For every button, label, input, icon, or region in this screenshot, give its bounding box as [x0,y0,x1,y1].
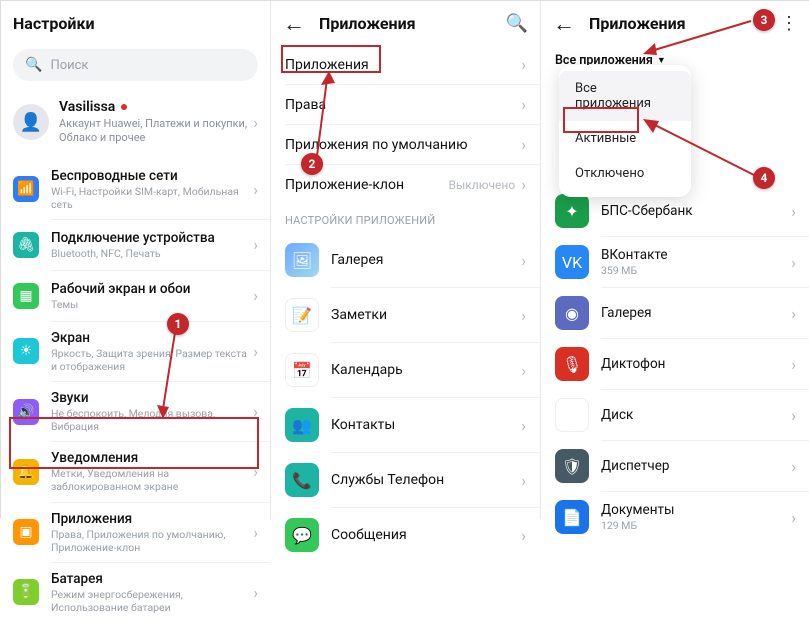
chevron-right-icon: › [791,457,796,476]
app-messages[interactable]: 💬Сообщения› [271,508,540,562]
search-icon[interactable]: 🔍 [506,13,528,34]
app-calendar[interactable]: 📅Календарь› [271,343,540,397]
vk-icon: VK [555,245,589,279]
panel-settings: Настройки 🔍 Поиск 👤 Vasilissa Аккаунт Hu… [1,1,271,519]
mic-icon: 🎙 [555,347,589,381]
display-icon: ☀ [13,338,39,364]
title-apps: Приложения [319,14,416,33]
bluetooth-icon: 🖇 [13,232,39,258]
sberbank-icon: ✦ [555,194,589,228]
app-row-drive[interactable]: ▲Диск› [541,390,809,440]
chevron-right-icon: › [253,180,258,199]
row-wireless[interactable]: 📶 Беспроводные сетиWi-Fi, Настройки SIM-… [1,160,270,219]
apps-icon: ▣ [13,519,39,545]
chevron-right-icon: › [253,523,258,542]
filter-dropdown: Все приложения Активные Отключено [559,65,691,197]
search-input[interactable]: 🔍 Поиск [13,49,258,81]
account-sub: Аккаунт Huawei, Платежи и покупки, Облак… [59,117,253,146]
chevron-right-icon: › [253,583,258,602]
dd-disabled[interactable]: Отключено [559,156,691,191]
chevron-right-icon: › [253,462,258,481]
gallery-icon: ◉ [555,296,589,330]
messages-icon: 💬 [285,518,319,552]
back-button[interactable]: ← [283,9,305,37]
app-gallery[interactable]: 🖼Галерея› [271,233,540,287]
chevron-right-icon: › [791,202,796,221]
row-device-connection[interactable]: 🖇 Подключение устройстваBluetooth, NFC, … [1,220,270,270]
header-settings: Настройки [1,1,270,45]
drive-icon: ▲ [555,398,589,432]
row-applications[interactable]: Приложения› [271,45,540,84]
row-home-wallpaper[interactable]: ▦ Рабочий экран и обоиТемы › [1,271,270,321]
back-button[interactable]: ← [553,9,575,37]
row-battery[interactable]: 🔋 БатареяРежим энергосбережения, Использ… [1,563,270,622]
wallpaper-icon: ▦ [13,283,39,309]
shield-icon: 🛡 [555,449,589,483]
chevron-right-icon: › [791,355,796,374]
chevron-right-icon: › [521,95,526,114]
app-row-vk[interactable]: VKВКонтакте359 МБ› [541,237,809,287]
row-notifications[interactable]: 🔔 УведомленияМетки, Уведомления на забло… [1,442,270,501]
chevron-right-icon: › [521,135,526,154]
search-icon: 🔍 [25,57,42,73]
app-phone[interactable]: 📞Службы Телефон› [271,453,540,507]
avatar: 👤 [13,104,49,140]
section-app-settings: НАСТРОЙКИ ПРИЛОЖЕНИЙ [271,204,540,233]
panel-apps-menu: ← Приложения 🔍 Приложения› Права› Прилож… [271,1,541,519]
row-permissions[interactable]: Права› [271,85,540,124]
notification-dot-icon [121,104,127,110]
chevron-right-icon: › [253,235,258,254]
battery-icon: 🔋 [13,579,39,605]
chevron-right-icon: › [253,113,258,132]
chevron-right-icon: › [521,526,526,545]
app-row-dictaphone[interactable]: 🎙Диктофон› [541,339,809,389]
badge-1: 1 [167,313,189,335]
app-contacts[interactable]: 👥Контакты› [271,398,540,452]
chevron-right-icon: › [521,175,526,194]
chevron-right-icon: › [791,304,796,323]
chevron-right-icon: › [791,508,796,527]
bell-icon: 🔔 [13,459,39,485]
chevron-right-icon: › [521,416,526,435]
chevron-right-icon: › [253,342,258,361]
header-apps: ← Приложения 🔍 [271,1,540,45]
chevron-right-icon: › [521,55,526,74]
title-apps-list: Приложения [589,14,686,33]
account-row[interactable]: 👤 Vasilissa Аккаунт Huawei, Платежи и по… [1,91,270,160]
row-display[interactable]: ☀ ЭкранЯркость, Защита зрения, Размер те… [1,322,270,381]
calendar-icon: 📅 [285,353,319,387]
chevron-right-icon: › [791,253,796,272]
app-row-gallery[interactable]: ◉Галерея› [541,288,809,338]
more-icon[interactable]: ⋮ [780,13,798,34]
docs-icon: 📄 [555,500,589,534]
chevron-right-icon: › [521,471,526,490]
chevron-right-icon: › [521,361,526,380]
badge-3: 3 [753,9,775,31]
contacts-icon: 👥 [285,408,319,442]
dd-active[interactable]: Активные [559,121,691,156]
app-row-docs[interactable]: 📄Документы129 МБ› [541,492,809,542]
search-placeholder: Поиск [50,58,88,73]
app-row-dispatcher[interactable]: 🛡Диспетчер› [541,441,809,491]
chevron-right-icon: › [521,251,526,270]
chevron-right-icon: › [791,406,796,425]
wifi-icon: 📶 [13,176,39,202]
badge-2: 2 [301,153,323,175]
gallery-icon: 🖼 [285,243,319,277]
chevron-right-icon: › [253,286,258,305]
app-notes[interactable]: 📝Заметки› [271,288,540,342]
dd-all-apps[interactable]: Все приложения [559,71,691,121]
notes-icon: 📝 [285,298,319,332]
chevron-right-icon: › [253,402,258,421]
row-sounds[interactable]: 🔊 ЗвукиНе беспокоить, Мелодия вызова, Ви… [1,382,270,441]
row-apps[interactable]: ▣ ПриложенияПрава, Приложения по умолчан… [1,503,270,562]
sound-icon: 🔊 [13,399,39,425]
chevron-right-icon: › [521,306,526,325]
account-name: Vasilissa [59,99,115,115]
title-settings: Настройки [13,14,95,33]
badge-4: 4 [753,167,775,189]
phone-icon: 📞 [285,463,319,497]
